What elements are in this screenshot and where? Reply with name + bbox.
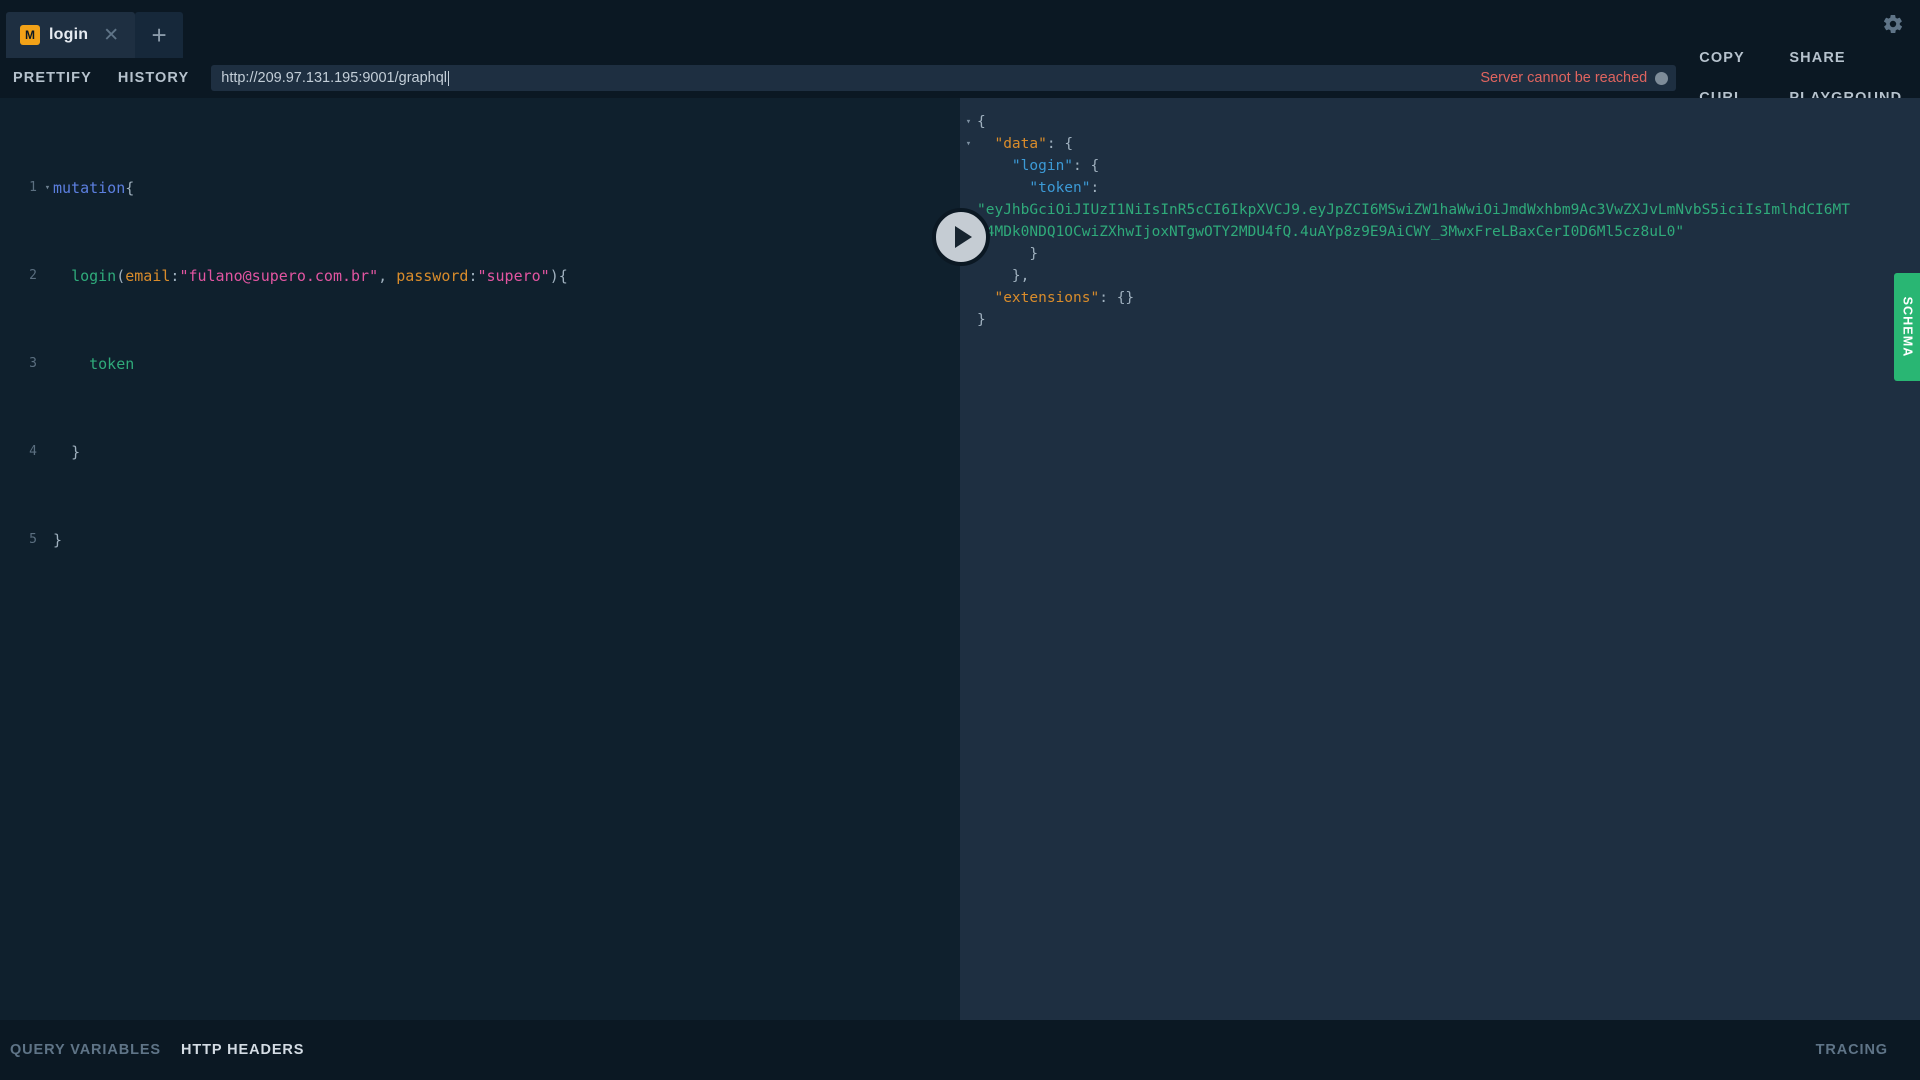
code-line: 4 } [0,441,960,463]
tab-bar: M login ✕ + [0,0,1920,58]
add-tab-button[interactable]: + [135,12,183,58]
response-content: }, [977,265,1029,287]
response-line: ▾ { [960,111,1920,133]
line-number: 2 [0,265,42,287]
query-variables-tab[interactable]: QUERY VARIABLES [0,1042,171,1058]
tab-label: login [49,26,88,44]
execute-query-button[interactable] [932,208,990,266]
url-value: http://209.97.131.195:9001/graphql [221,70,447,86]
line-number: 3 [0,353,42,375]
http-headers-tab[interactable]: HTTP HEADERS [171,1042,314,1058]
code-line: 5 } [0,529,960,551]
query-code: 1 ▾ mutation{ 2 login(email:"fulano@supe… [0,111,960,617]
line-number: 1 [0,177,42,199]
code-content: login(email:"fulano@supero.com.br", pass… [53,265,568,287]
response-content: "extensions": {} [977,287,1134,309]
response-panel: ▾ { ▾ "data": { "login": { "token": "eyJ… [960,98,1920,1020]
response-content: "token": [977,177,1099,199]
line-number: 5 [0,529,42,551]
fold-arrow-icon[interactable]: ▾ [960,111,977,133]
tracing-tab[interactable]: TRACING [1806,1042,1898,1058]
line-number: 4 [0,441,42,463]
code-content: mutation{ [53,177,134,199]
response-content: { [977,111,986,133]
schema-tab[interactable]: SCHEMA [1894,273,1920,381]
response-line: "login": { [960,155,1920,177]
response-content: } [977,309,986,331]
response-line: "eyJhbGciOiJIUzI1NiIsInR5cCI6IkpXVCJ9.ey… [960,199,1920,243]
code-content: token [53,353,134,375]
response-content: "data": { [977,133,1073,155]
toolbar: PRETTIFY HISTORY http://209.97.131.195:9… [0,58,1920,98]
tab-login[interactable]: M login ✕ [6,12,135,58]
code-content: } [53,529,62,551]
response-code: ▾ { ▾ "data": { "login": { "token": "eyJ… [960,111,1920,331]
schema-tab-label: SCHEMA [1900,297,1914,358]
code-line: 2 login(email:"fulano@supero.com.br", pa… [0,265,960,287]
response-line: } [960,309,1920,331]
response-content: "login": { [977,155,1099,177]
code-content: } [53,441,80,463]
text-caret [448,71,449,86]
response-line: ▾ "data": { [960,133,1920,155]
fold-arrow-icon[interactable]: ▾ [42,177,53,199]
close-icon[interactable]: ✕ [103,26,119,45]
server-status: Server cannot be reached [1480,65,1668,91]
mutation-badge-icon: M [20,25,40,45]
response-line: }, [960,265,1920,287]
status-text: Server cannot be reached [1480,70,1647,86]
code-line: 1 ▾ mutation{ [0,177,960,199]
response-line: } [960,243,1920,265]
response-line: "token": [960,177,1920,199]
query-editor[interactable]: 1 ▾ mutation{ 2 login(email:"fulano@supe… [0,98,960,1020]
response-line: "extensions": {} [960,287,1920,309]
code-line: 3 token [0,353,960,375]
status-dot-icon [1655,72,1668,85]
url-input[interactable]: http://209.97.131.195:9001/graphql Serve… [211,65,1676,91]
gear-icon[interactable] [1880,11,1906,37]
play-icon [955,226,972,248]
fold-arrow-icon[interactable]: ▾ [960,133,977,155]
prettify-button[interactable]: PRETTIFY [0,58,105,98]
bottom-bar: QUERY VARIABLES HTTP HEADERS TRACING [0,1020,1920,1080]
history-button[interactable]: HISTORY [105,58,202,98]
main-area: 1 ▾ mutation{ 2 login(email:"fulano@supe… [0,98,1920,1020]
token-value: "eyJhbGciOiJIUzI1NiIsInR5cCI6IkpXVCJ9.ey… [977,199,1857,243]
